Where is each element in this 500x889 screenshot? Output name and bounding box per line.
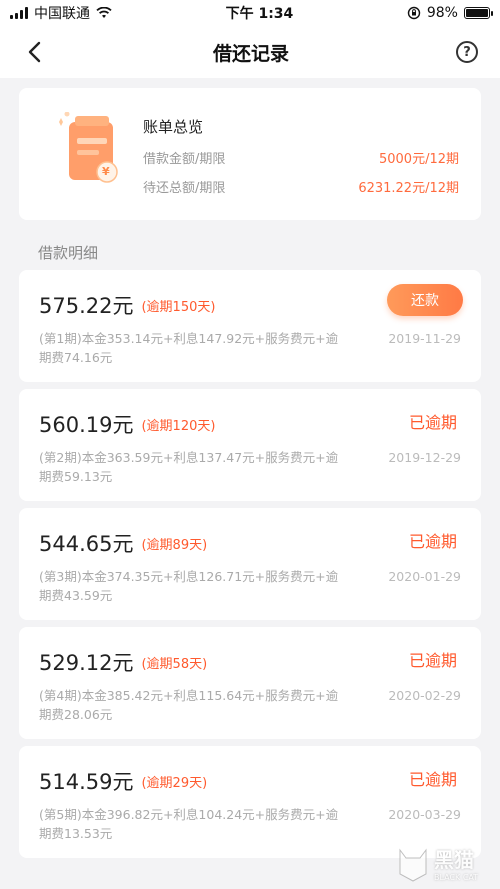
signal-icon [10, 7, 28, 19]
loan-detail: (第5期)本金396.82元+利息104.24元+服务费元+逾期费13.53元 [39, 807, 339, 841]
orientation-lock-icon [407, 6, 421, 20]
page-title: 借还记录 [212, 42, 289, 65]
loan-detail: (第1期)本金353.14元+利息147.92元+服务费元+逾期费74.16元 [39, 331, 339, 365]
summary-row-loan: 借款金额/期限 5000元/12期 [143, 148, 459, 167]
status-badge: 已逾期 [408, 651, 457, 670]
battery-icon [463, 7, 493, 19]
loan-date: 2019-11-29 [388, 331, 461, 346]
loan-card[interactable]: 529.12元 (逾期58天) 已逾期 (第4期)本金385.42元+利息115.… [19, 627, 481, 739]
loan-amount: 529.12元 (逾期58天) [39, 647, 207, 677]
section-label: 借款明细 [38, 244, 99, 262]
watermark-logo: 黑猫 BLACK CAT [396, 841, 492, 885]
loan-card[interactable]: 575.22元 (逾期150天) 还款 (第1期)本金353.14元+利息147.… [19, 270, 481, 382]
status-right: 98% [407, 5, 493, 21]
status-bar: 中国联通 下午 1:34 98% [0, 0, 500, 26]
question-circle-icon[interactable]: ? [455, 41, 478, 63]
loan-amount-value: 575.22元 [39, 294, 134, 318]
summary-title: 账单总览 [143, 118, 204, 136]
loan-date: 2019-12-29 [388, 450, 461, 465]
loan-amount: 544.65元 (逾期89天) [39, 528, 207, 558]
loan-detail: (第4期)本金385.42元+利息115.64元+服务费元+逾期费28.06元 [39, 688, 339, 722]
watermark-main: 黑猫 [434, 848, 474, 872]
loan-detail: (第2期)本金363.59元+利息137.47元+服务费元+逾期费59.13元 [39, 450, 339, 484]
overdue-days: (逾期58天) [141, 657, 208, 672]
overdue-days: (逾期120天) [141, 419, 216, 434]
loan-amount: 575.22元 (逾期150天) [39, 290, 215, 320]
status-badge: 已逾期 [408, 770, 457, 789]
loan-amount: 560.19元 (逾期120天) [39, 409, 215, 439]
battery-fill [465, 9, 488, 17]
overdue-days: (逾期150天) [141, 300, 216, 315]
loan-amount-value: 560.19元 [39, 413, 134, 437]
nav-bar: 借还记录 ? [0, 26, 500, 78]
overdue-days: (逾期89天) [141, 538, 208, 553]
overdue-days: (逾期29天) [141, 776, 208, 791]
summary-row-label: 待还总额/期限 [143, 181, 226, 196]
status-left: 中国联通 [10, 3, 112, 23]
status-time: 下午 1:34 [225, 6, 294, 22]
loan-list: 575.22元 (逾期150天) 还款 (第1期)本金353.14元+利息147.… [19, 270, 481, 858]
bill-folder-icon: ¥ [55, 111, 139, 196]
carrier-label: 中国联通 [34, 6, 90, 22]
loan-amount-value: 544.65元 [39, 532, 134, 556]
loan-amount-value: 529.12元 [39, 651, 134, 675]
chevron-left-icon[interactable] [22, 40, 46, 64]
summary-row-value: 6231.22元/12期 [358, 181, 459, 196]
loan-card[interactable]: 544.65元 (逾期89天) 已逾期 (第3期)本金374.35元+利息126.… [19, 508, 481, 620]
wifi-icon [96, 7, 112, 18]
repay-button[interactable]: 还款 [387, 284, 463, 316]
status-badge: 已逾期 [408, 413, 457, 432]
loan-date: 2020-01-29 [388, 569, 461, 584]
status-badge: 已逾期 [408, 532, 457, 551]
summary-row-due: 待还总额/期限 6231.22元/12期 [143, 177, 459, 196]
cat-logo-icon [399, 848, 427, 882]
loan-date: 2020-03-29 [388, 807, 461, 822]
loan-amount-value: 514.59元 [39, 770, 134, 794]
battery-percent: 98% [426, 5, 458, 21]
loan-card[interactable]: 560.19元 (逾期120天) 已逾期 (第2期)本金363.59元+利息137… [19, 389, 481, 501]
loan-amount: 514.59元 (逾期29天) [39, 766, 207, 796]
loan-detail: (第3期)本金374.35元+利息126.71元+服务费元+逾期费43.59元 [39, 569, 339, 603]
bill-summary-card: ¥ 账单总览 借款金额/期限 5000元/12期 待还总额/期限 6231.22… [19, 88, 481, 220]
summary-row-value: 5000元/12期 [378, 152, 459, 167]
summary-row-label: 借款金额/期限 [143, 152, 226, 167]
watermark-text: 黑猫 BLACK CAT [434, 844, 478, 882]
watermark-sub: BLACK CAT [434, 873, 479, 882]
coin-glyph: ¥ [102, 165, 110, 178]
loan-date: 2020-02-29 [388, 688, 461, 703]
